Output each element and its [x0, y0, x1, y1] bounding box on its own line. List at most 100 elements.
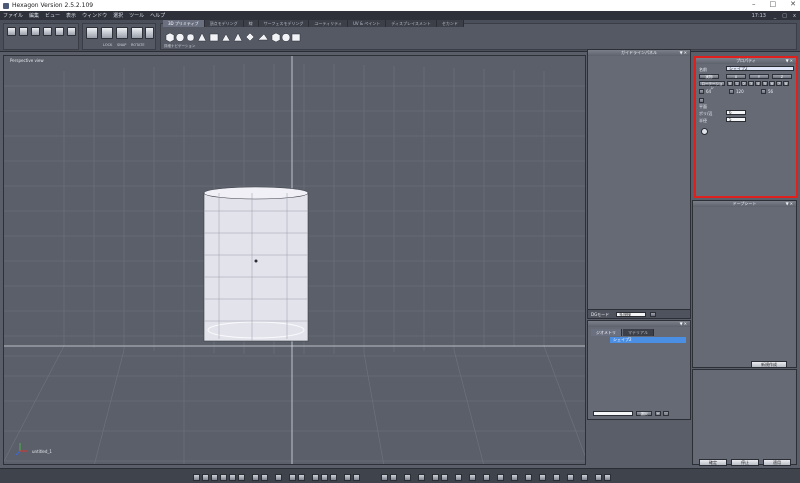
close-icon[interactable]: ✕ — [790, 0, 796, 8]
pyramid-primitive-icon[interactable] — [221, 33, 231, 42]
tab-utility[interactable]: ユーティリティ — [309, 20, 348, 27]
menu-tools[interactable]: ツール — [126, 12, 147, 19]
universal-cube-icon[interactable] — [145, 27, 154, 39]
shading-5-icon[interactable] — [432, 474, 439, 481]
axis-z-button[interactable]: Z — [772, 74, 792, 79]
gem-primitive-icon[interactable] — [271, 32, 281, 42]
shading-1-icon[interactable] — [381, 474, 388, 481]
tab-material[interactable]: マテリアル — [623, 329, 654, 336]
view-camera-icon[interactable] — [252, 474, 259, 481]
cone-primitive-icon[interactable] — [197, 32, 207, 42]
rot-num-button[interactable]: 1 — [734, 81, 740, 86]
stop-button[interactable]: 停止 — [731, 459, 759, 466]
snapshot-icon[interactable] — [604, 474, 611, 481]
nav-zoom-icon[interactable] — [330, 474, 337, 481]
shading-7-icon[interactable] — [455, 474, 462, 481]
nav-orbit-icon[interactable] — [312, 474, 319, 481]
shading-8-icon[interactable] — [469, 474, 476, 481]
rotation-button[interactable]: ローテーション — [699, 81, 725, 90]
cylinder-object[interactable] — [203, 186, 309, 342]
name-field[interactable]: シェイプ2 — [726, 66, 794, 71]
shading-13-icon[interactable] — [539, 474, 546, 481]
rot-num-button[interactable]: 6 — [769, 81, 775, 86]
sphere-primitive-icon[interactable] — [175, 33, 185, 42]
app-minimize-icon[interactable]: _ — [774, 13, 777, 19]
menu-select[interactable]: 選択 — [110, 12, 126, 19]
layout-4-icon[interactable] — [220, 474, 227, 481]
select-button[interactable]: 選択 — [636, 411, 652, 416]
rotate-cube-icon[interactable] — [131, 27, 143, 39]
layout-3-icon[interactable] — [211, 474, 218, 481]
wedge-primitive-icon[interactable] — [257, 33, 269, 41]
box-primitive-icon[interactable] — [209, 33, 219, 42]
apply-button[interactable]: 適用 — [763, 459, 791, 466]
rot-num-button[interactable]: 2 — [741, 81, 747, 86]
layout-2-icon[interactable] — [202, 474, 209, 481]
snap-cube-icon[interactable] — [116, 27, 128, 39]
shading-2-icon[interactable] — [390, 474, 397, 481]
move-cube-icon[interactable] — [86, 27, 98, 39]
scene-search-field[interactable] — [593, 411, 633, 416]
nav-fit-icon[interactable] — [344, 474, 351, 481]
app-close-icon[interactable]: x — [793, 13, 796, 19]
menu-help[interactable]: ヘルプ — [147, 12, 168, 19]
confirm-button[interactable]: 確定 — [699, 459, 727, 466]
view-front-icon[interactable] — [275, 474, 282, 481]
view-persp-icon[interactable] — [298, 474, 305, 481]
layout-6-icon[interactable] — [238, 474, 245, 481]
radius-field[interactable]: 5 — [726, 117, 746, 122]
perspective-viewport[interactable]: Perspective view untitled_1 — [3, 55, 586, 465]
character-icon[interactable] — [701, 128, 708, 135]
diamond-primitive-icon[interactable] — [245, 32, 255, 42]
menu-window[interactable]: ウィンドウ — [79, 12, 110, 19]
link-z-icon[interactable] — [761, 89, 766, 94]
new-create-button[interactable]: 新規作成 — [751, 361, 787, 368]
nav-center-icon[interactable] — [353, 474, 360, 481]
nav-pan-icon[interactable] — [321, 474, 328, 481]
lock-icon[interactable] — [67, 27, 76, 36]
actual-button[interactable]: 実物 — [699, 74, 719, 79]
flat-icon[interactable] — [699, 98, 704, 103]
tetra-primitive-icon[interactable] — [233, 32, 243, 42]
tab-uv-paint[interactable]: UV & ペイント — [347, 20, 387, 27]
app-restore-icon[interactable]: □ — [782, 13, 787, 19]
torus-primitive-icon[interactable] — [281, 33, 291, 42]
view-side-icon[interactable] — [289, 474, 296, 481]
rot-num-button[interactable]: 8 — [783, 81, 789, 86]
axis-y-button[interactable]: Y — [749, 74, 769, 79]
brush-select-icon[interactable] — [55, 27, 64, 36]
shading-15-icon[interactable] — [567, 474, 574, 481]
tab-lines[interactable]: 線 — [243, 20, 259, 27]
pointer-select-icon[interactable] — [7, 27, 16, 36]
menu-file[interactable]: ファイル — [0, 12, 26, 19]
shading-4-icon[interactable] — [418, 474, 425, 481]
tab-geometry[interactable]: ジオメトリ — [591, 329, 622, 336]
lock-cube-icon[interactable] — [101, 27, 113, 39]
minimize-icon[interactable]: – — [752, 0, 756, 8]
rot-num-button[interactable]: 3 — [748, 81, 754, 86]
render-icon[interactable] — [595, 474, 602, 481]
layout-1-icon[interactable] — [193, 474, 200, 481]
shading-3-icon[interactable] — [404, 474, 411, 481]
tab-3d-primitives[interactable]: 3D プリミティブ — [163, 20, 205, 27]
shading-10-icon[interactable] — [497, 474, 504, 481]
link-y-icon[interactable] — [729, 89, 734, 94]
tab-displacement[interactable]: ディスプレイスメント — [386, 20, 437, 27]
menu-display[interactable]: 表示 — [63, 12, 79, 19]
magic-select-icon[interactable] — [43, 27, 52, 36]
shading-16-icon[interactable] — [581, 474, 588, 481]
shading-14-icon[interactable] — [553, 474, 560, 481]
menu-edit[interactable]: 編集 — [26, 12, 42, 19]
axis-x-button[interactable]: X — [726, 74, 746, 79]
remove-icon[interactable]: - — [663, 411, 669, 416]
shading-6-icon[interactable] — [441, 474, 448, 481]
shading-9-icon[interactable] — [483, 474, 490, 481]
cylinder-primitive-icon[interactable] — [186, 33, 195, 42]
rot-num-button[interactable]: 0 — [727, 81, 733, 86]
menu-view[interactable]: ビュー — [42, 12, 63, 19]
link-x-icon[interactable] — [699, 89, 704, 94]
add-icon[interactable]: + — [655, 411, 661, 416]
tab-vertex-modeling[interactable]: 頂点モデリング — [204, 20, 244, 27]
shading-12-icon[interactable] — [525, 474, 532, 481]
dg-option-icon[interactable] — [650, 312, 656, 317]
